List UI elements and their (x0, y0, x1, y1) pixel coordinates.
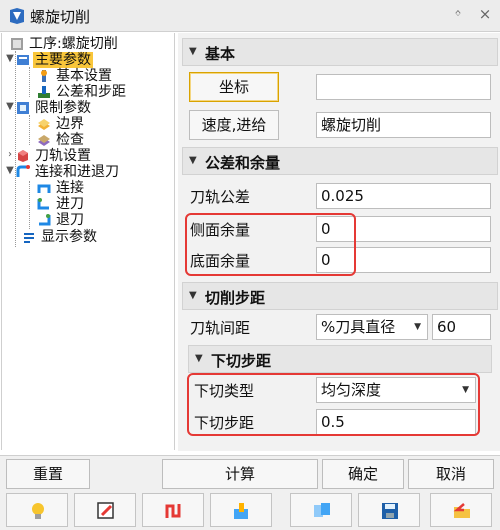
copy-button[interactable] (290, 493, 352, 527)
section-cut-step-header[interactable]: ▼ 切削步距 (182, 282, 498, 310)
params-icon (17, 55, 29, 65)
lead-out-icon (39, 214, 51, 226)
section-tolerance-header[interactable]: ▼ 公差和余量 (182, 147, 498, 175)
collapse-arrow-icon: ▼ (189, 290, 197, 301)
edit-icon (97, 502, 114, 519)
tolerance-icon (38, 86, 50, 98)
close-icon[interactable]: × (478, 7, 492, 22)
expand-chevron-icon[interactable]: ▼ (5, 53, 15, 64)
path-tolerance-label: 刀轨公差 (190, 188, 251, 206)
operation-icon (11, 38, 23, 50)
action-bar: 重置 计算 确定 取消 (0, 455, 500, 491)
annotation-highlight-down-step (187, 373, 480, 436)
collapse-chevron-icon[interactable]: › (5, 149, 15, 160)
section-basic-header[interactable]: ▼ 基本 (182, 38, 498, 66)
parameter-tree: 工序:螺旋切削 ▼ 主要参数 基本设置 公差和步距 ▼ 限制参数 边界 检查 ›… (1, 33, 175, 450)
step-spacing-label: 刀轨间距 (190, 319, 251, 337)
step-spacing-mode-select[interactable]: %刀具直径 ▼ (316, 314, 428, 340)
settings-icon (41, 70, 47, 82)
folder-undo-button[interactable] (430, 493, 492, 527)
annotation-highlight-stock (185, 213, 356, 276)
speed-feed-field[interactable]: 螺旋切削 (316, 112, 491, 138)
parameter-panel: ▼ 基本 坐标 速度,进给 螺旋切削 ▼ 公差和余量 刀轨公差 0.025 侧面… (178, 33, 500, 451)
step-spacing-value-input[interactable]: 60 (432, 314, 491, 340)
coordinate-button[interactable]: 坐标 (189, 72, 279, 102)
edit-button[interactable] (74, 493, 136, 527)
coordinate-field[interactable] (316, 74, 491, 100)
simulate-button[interactable] (210, 493, 272, 527)
reset-button[interactable]: 重置 (6, 459, 90, 489)
collapse-arrow-icon: ▼ (189, 155, 197, 166)
lightbulb-icon (32, 503, 44, 519)
compute-button[interactable]: 计算 (162, 459, 318, 489)
check-icon (38, 135, 50, 146)
simulate-icon (234, 503, 248, 519)
link-icon (16, 165, 30, 177)
cancel-button[interactable]: 取消 (408, 459, 494, 489)
copy-icon (314, 503, 330, 517)
save-icon (382, 503, 398, 519)
collapse-arrow-icon: ▼ (189, 46, 197, 57)
icon-toolbar (0, 491, 500, 530)
ok-button[interactable]: 确定 (322, 459, 404, 489)
collapse-arrow-icon: ▼ (195, 353, 203, 364)
connect-icon (37, 184, 51, 193)
folder-undo-icon (453, 503, 470, 518)
app-icon (10, 8, 24, 24)
window-title: 螺旋切削 (30, 8, 91, 26)
toolpath-icon (18, 150, 28, 162)
tip-button[interactable] (6, 493, 68, 527)
display-icon (24, 233, 34, 243)
toolpath-icon (165, 504, 181, 518)
expand-chevron-icon[interactable]: ▼ (5, 101, 15, 112)
save-button[interactable] (358, 493, 420, 527)
limit-icon (17, 102, 29, 114)
section-down-step-header[interactable]: ▼ 下切步距 (188, 345, 492, 373)
pin-icon[interactable]: ᛜ (451, 7, 465, 21)
boundary-icon (38, 119, 50, 130)
path-tolerance-input[interactable]: 0.025 (316, 183, 491, 209)
dropdown-arrow-icon: ▼ (414, 322, 421, 332)
expand-chevron-icon[interactable]: ▼ (5, 165, 15, 176)
toolpath-preview-button[interactable] (142, 493, 204, 527)
speed-feed-button[interactable]: 速度,进给 (189, 110, 279, 140)
lead-in-icon (37, 198, 49, 210)
title-bar: 螺旋切削 ᛜ × (0, 0, 500, 32)
